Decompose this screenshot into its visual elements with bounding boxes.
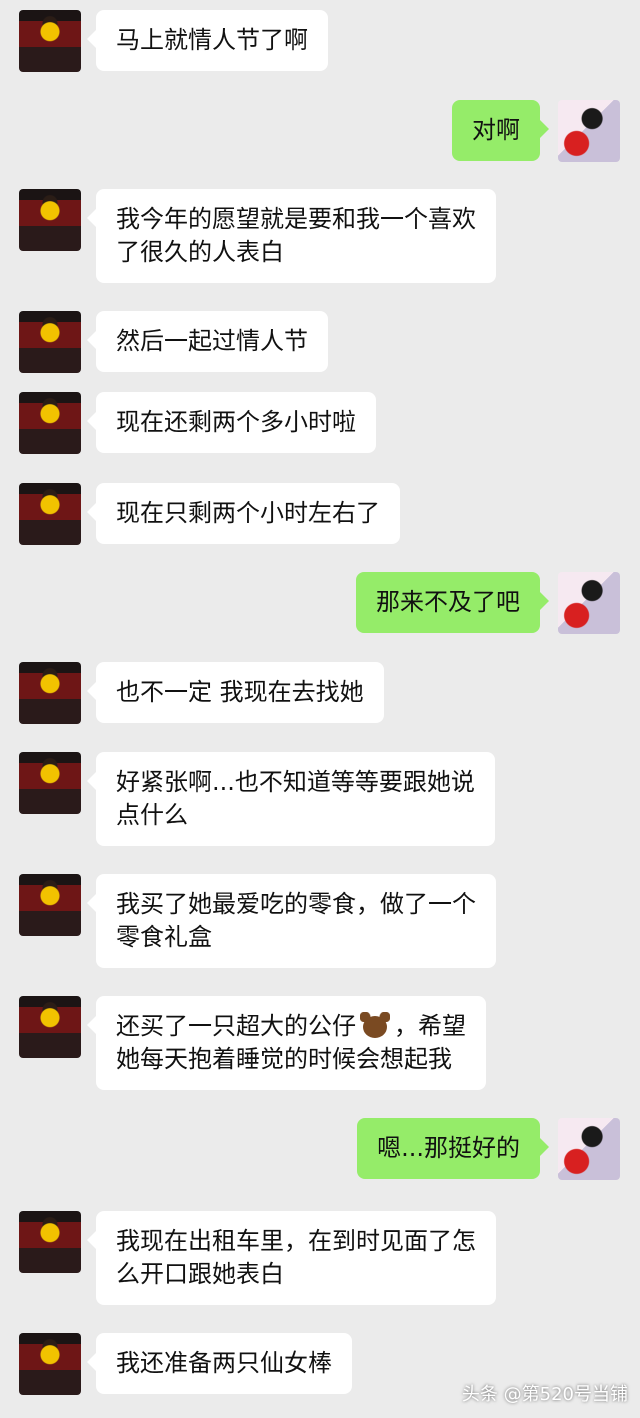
message-text: ，希望 — [394, 1012, 466, 1040]
bear-icon — [360, 1012, 390, 1038]
message-line: 了很久的人表白 — [116, 238, 284, 266]
message-line: 点什么 — [116, 801, 188, 829]
contact-avatar[interactable] — [19, 1211, 81, 1273]
message-line: 零食礼盒 — [116, 923, 212, 951]
message-line: 还买了一只超大的公仔 ，希望 — [116, 1010, 466, 1043]
contact-avatar[interactable] — [19, 392, 81, 454]
message-line: 我今年的愿望就是要和我一个喜欢 — [116, 205, 476, 233]
message-bubble[interactable]: 我今年的愿望就是要和我一个喜欢 了很久的人表白 — [87, 189, 496, 283]
contact-avatar[interactable] — [19, 662, 81, 724]
contact-avatar[interactable] — [19, 10, 81, 72]
message-bubble[interactable]: 嗯...那挺好的 — [357, 1118, 549, 1179]
message-text: 还买了一只超大的公仔 — [116, 1012, 356, 1040]
message-line: 她每天抱着睡觉的时候会想起我 — [116, 1045, 452, 1073]
message-bubble[interactable]: 马上就情人节了啊 — [87, 10, 328, 71]
message-bubble[interactable]: 也不一定 我现在去找她 — [87, 662, 384, 723]
message-bubble[interactable]: 还买了一只超大的公仔 ，希望 她每天抱着睡觉的时候会想起我 — [87, 996, 486, 1090]
message-bubble[interactable]: 然后一起过情人节 — [87, 311, 328, 372]
my-avatar[interactable] — [558, 1118, 620, 1180]
message-bubble[interactable]: 对啊 — [452, 100, 549, 161]
message-bubble[interactable]: 好紧张啊...也不知道等等要跟她说 点什么 — [87, 752, 495, 846]
message-line: 好紧张啊...也不知道等等要跟她说 — [116, 768, 475, 796]
contact-avatar[interactable] — [19, 483, 81, 545]
my-avatar[interactable] — [558, 572, 620, 634]
message-bubble[interactable]: 我还准备两只仙女棒 — [87, 1333, 352, 1394]
message-bubble[interactable]: 我买了她最爱吃的零食，做了一个 零食礼盒 — [87, 874, 496, 968]
watermark: 头条 @第520号当铺 — [461, 1384, 628, 1405]
message-bubble[interactable]: 现在只剩两个小时左右了 — [87, 483, 400, 544]
message-bubble[interactable]: 现在还剩两个多小时啦 — [87, 392, 376, 453]
message-bubble[interactable]: 那来不及了吧 — [356, 572, 549, 633]
message-line: 么开口跟她表白 — [116, 1260, 284, 1288]
contact-avatar[interactable] — [19, 189, 81, 251]
message-line: 我买了她最爱吃的零食，做了一个 — [116, 890, 476, 918]
my-avatar[interactable] — [558, 100, 620, 162]
contact-avatar[interactable] — [19, 311, 81, 373]
message-bubble[interactable]: 我现在出租车里，在到时见面了怎 么开口跟她表白 — [87, 1211, 496, 1305]
contact-avatar[interactable] — [19, 1333, 81, 1395]
message-line: 我现在出租车里，在到时见面了怎 — [116, 1227, 476, 1255]
contact-avatar[interactable] — [19, 874, 81, 936]
contact-avatar[interactable] — [19, 996, 81, 1058]
contact-avatar[interactable] — [19, 752, 81, 814]
